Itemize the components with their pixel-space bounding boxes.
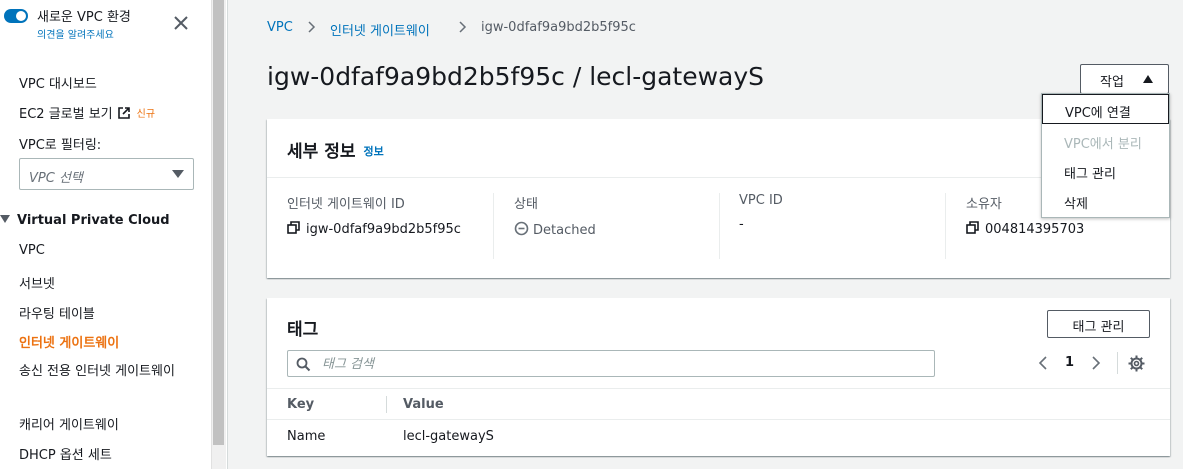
menu-item-manage-tags[interactable]: 태그 관리 [1042, 156, 1169, 186]
tags-table-header: Key Value [267, 388, 1170, 420]
column-divider [719, 193, 720, 259]
caret-up-icon [1143, 75, 1153, 83]
column-divider [945, 193, 946, 259]
vpc-filter-label: VPC로 필터링: [19, 138, 102, 153]
new-badge: 신규 [136, 109, 156, 120]
actions-menu: VPC에 연결 VPC에서 분리 태그 관리 삭제 [1041, 93, 1170, 218]
nav-ec2-global-view-label: EC2 글로벌 보기 [19, 107, 113, 122]
field-value: Detached [514, 221, 596, 238]
field-state: 상태 Detached [514, 193, 596, 259]
column-header-value[interactable]: Value [403, 397, 444, 412]
chevron-right-icon [308, 21, 316, 33]
copy-icon[interactable] [966, 221, 980, 235]
nav-subnets[interactable]: 서브넷 [19, 273, 55, 292]
state-value: Detached [533, 223, 596, 238]
nav-vpc-dashboard[interactable]: VPC 대시보드 [19, 73, 97, 92]
nav-egress-only-internet-gateways[interactable]: 송신 전용 인터넷 게이트웨이 [19, 361, 194, 382]
section-virtual-private-cloud[interactable]: Virtual Private Cloud [0, 213, 170, 228]
menu-item-detach-from-vpc: VPC에서 분리 [1064, 137, 1142, 152]
tags-panel: 태그 태그 관리 1 Key Value Name lecl-gatewayS [267, 298, 1170, 456]
chevron-left-icon[interactable] [1037, 356, 1049, 370]
chevron-right-icon[interactable] [1090, 356, 1102, 370]
breadcrumb-vpc[interactable]: VPC [267, 20, 293, 35]
copy-icon[interactable] [287, 221, 301, 235]
details-header: 세부 정보 정보 [287, 137, 384, 162]
actions-button[interactable]: 작업 [1080, 64, 1169, 94]
details-title: 세부 정보 [287, 142, 356, 162]
new-vpc-experience-toggle[interactable] [4, 9, 28, 23]
nav-carrier-gateways[interactable]: 캐리어 게이트웨이 [19, 414, 119, 433]
sidebar-divider [227, 0, 228, 469]
nav-ec2-global-view[interactable]: EC2 글로벌 보기 신규 [19, 103, 155, 122]
field-label: 상태 [514, 197, 538, 212]
search-icon [296, 357, 311, 372]
field-vpc-id: VPC ID - [739, 193, 783, 259]
nav-route-tables[interactable]: 라우팅 테이블 [19, 303, 95, 322]
pager-divider [1117, 352, 1118, 374]
breadcrumb-internet-gateways[interactable]: 인터넷 게이트웨이 [330, 20, 430, 39]
side-navigation-content: 새로운 VPC 환경 의견을 알려주세요 VPC 대시보드 EC2 글로벌 보기… [0, 0, 210, 469]
field-value: igw-0dfaf9a9bd2b5f95c [287, 221, 461, 237]
internet-gateway-id-value: igw-0dfaf9a9bd2b5f95c [306, 222, 461, 237]
side-navigation: 새로운 VPC 환경 의견을 알려주세요 VPC 대시보드 EC2 글로벌 보기… [0, 0, 228, 469]
status-detached-icon [514, 221, 529, 236]
manage-tags-button[interactable]: 태그 관리 [1047, 310, 1150, 338]
tag-search-box [287, 350, 935, 377]
breadcrumb-current: igw-0dfaf9a9bd2b5f95c [481, 20, 636, 35]
nav-internet-gateways[interactable]: 인터넷 게이트웨이 [19, 332, 119, 351]
field-label: VPC ID [739, 193, 783, 208]
menu-item-delete[interactable]: 삭제 [1042, 186, 1169, 216]
sidebar-scrollbar-thumb[interactable] [213, 0, 224, 445]
field-label: 인터넷 게이트웨이 ID [287, 197, 405, 212]
tag-search-input[interactable] [322, 355, 922, 373]
menu-item-attach-to-vpc[interactable]: VPC에 연결 [1042, 94, 1169, 124]
external-link-icon [117, 107, 130, 119]
tag-row-key: Name [287, 429, 326, 444]
gear-icon[interactable] [1128, 355, 1145, 372]
page-number[interactable]: 1 [1065, 355, 1074, 370]
column-resizer[interactable] [386, 396, 387, 413]
vpc-id-value: - [739, 217, 744, 232]
caret-down-icon [0, 215, 10, 223]
field-internet-gateway-id: 인터넷 게이트웨이 ID igw-0dfaf9a9bd2b5f95c [287, 193, 461, 259]
feedback-link[interactable]: 의견을 알려주세요 [37, 26, 114, 41]
info-link[interactable]: 정보 [363, 145, 383, 158]
actions-button-label: 작업 [1100, 75, 1124, 90]
vpc-filter-select[interactable]: VPC 선택 [19, 158, 194, 190]
column-divider [493, 193, 494, 259]
page-title: igw-0dfaf9a9bd2b5f95c / lecl-gatewayS [267, 62, 765, 91]
vpc-filter-placeholder: VPC 선택 [29, 171, 83, 186]
tag-row-value: lecl-gatewayS [403, 429, 494, 444]
tags-title: 태그 [287, 320, 319, 340]
new-env-title: 새로운 VPC 환경 [37, 10, 131, 25]
close-icon[interactable] [170, 12, 192, 34]
section-title: Virtual Private Cloud [17, 213, 170, 228]
details-panel: 세부 정보 정보 인터넷 게이트웨이 ID igw-0dfaf9a9bd2b5f9… [267, 119, 1170, 278]
column-header-key[interactable]: Key [287, 397, 314, 412]
caret-down-icon [172, 170, 184, 178]
nav-vpc[interactable]: VPC [19, 243, 45, 258]
field-value: 004814395703 [966, 221, 1084, 237]
chevron-right-icon [459, 21, 467, 33]
nav-dhcp-option-sets[interactable]: DHCP 옵션 세트 [19, 444, 112, 463]
details-divider [267, 177, 1170, 178]
owner-value: 004814395703 [985, 222, 1085, 237]
